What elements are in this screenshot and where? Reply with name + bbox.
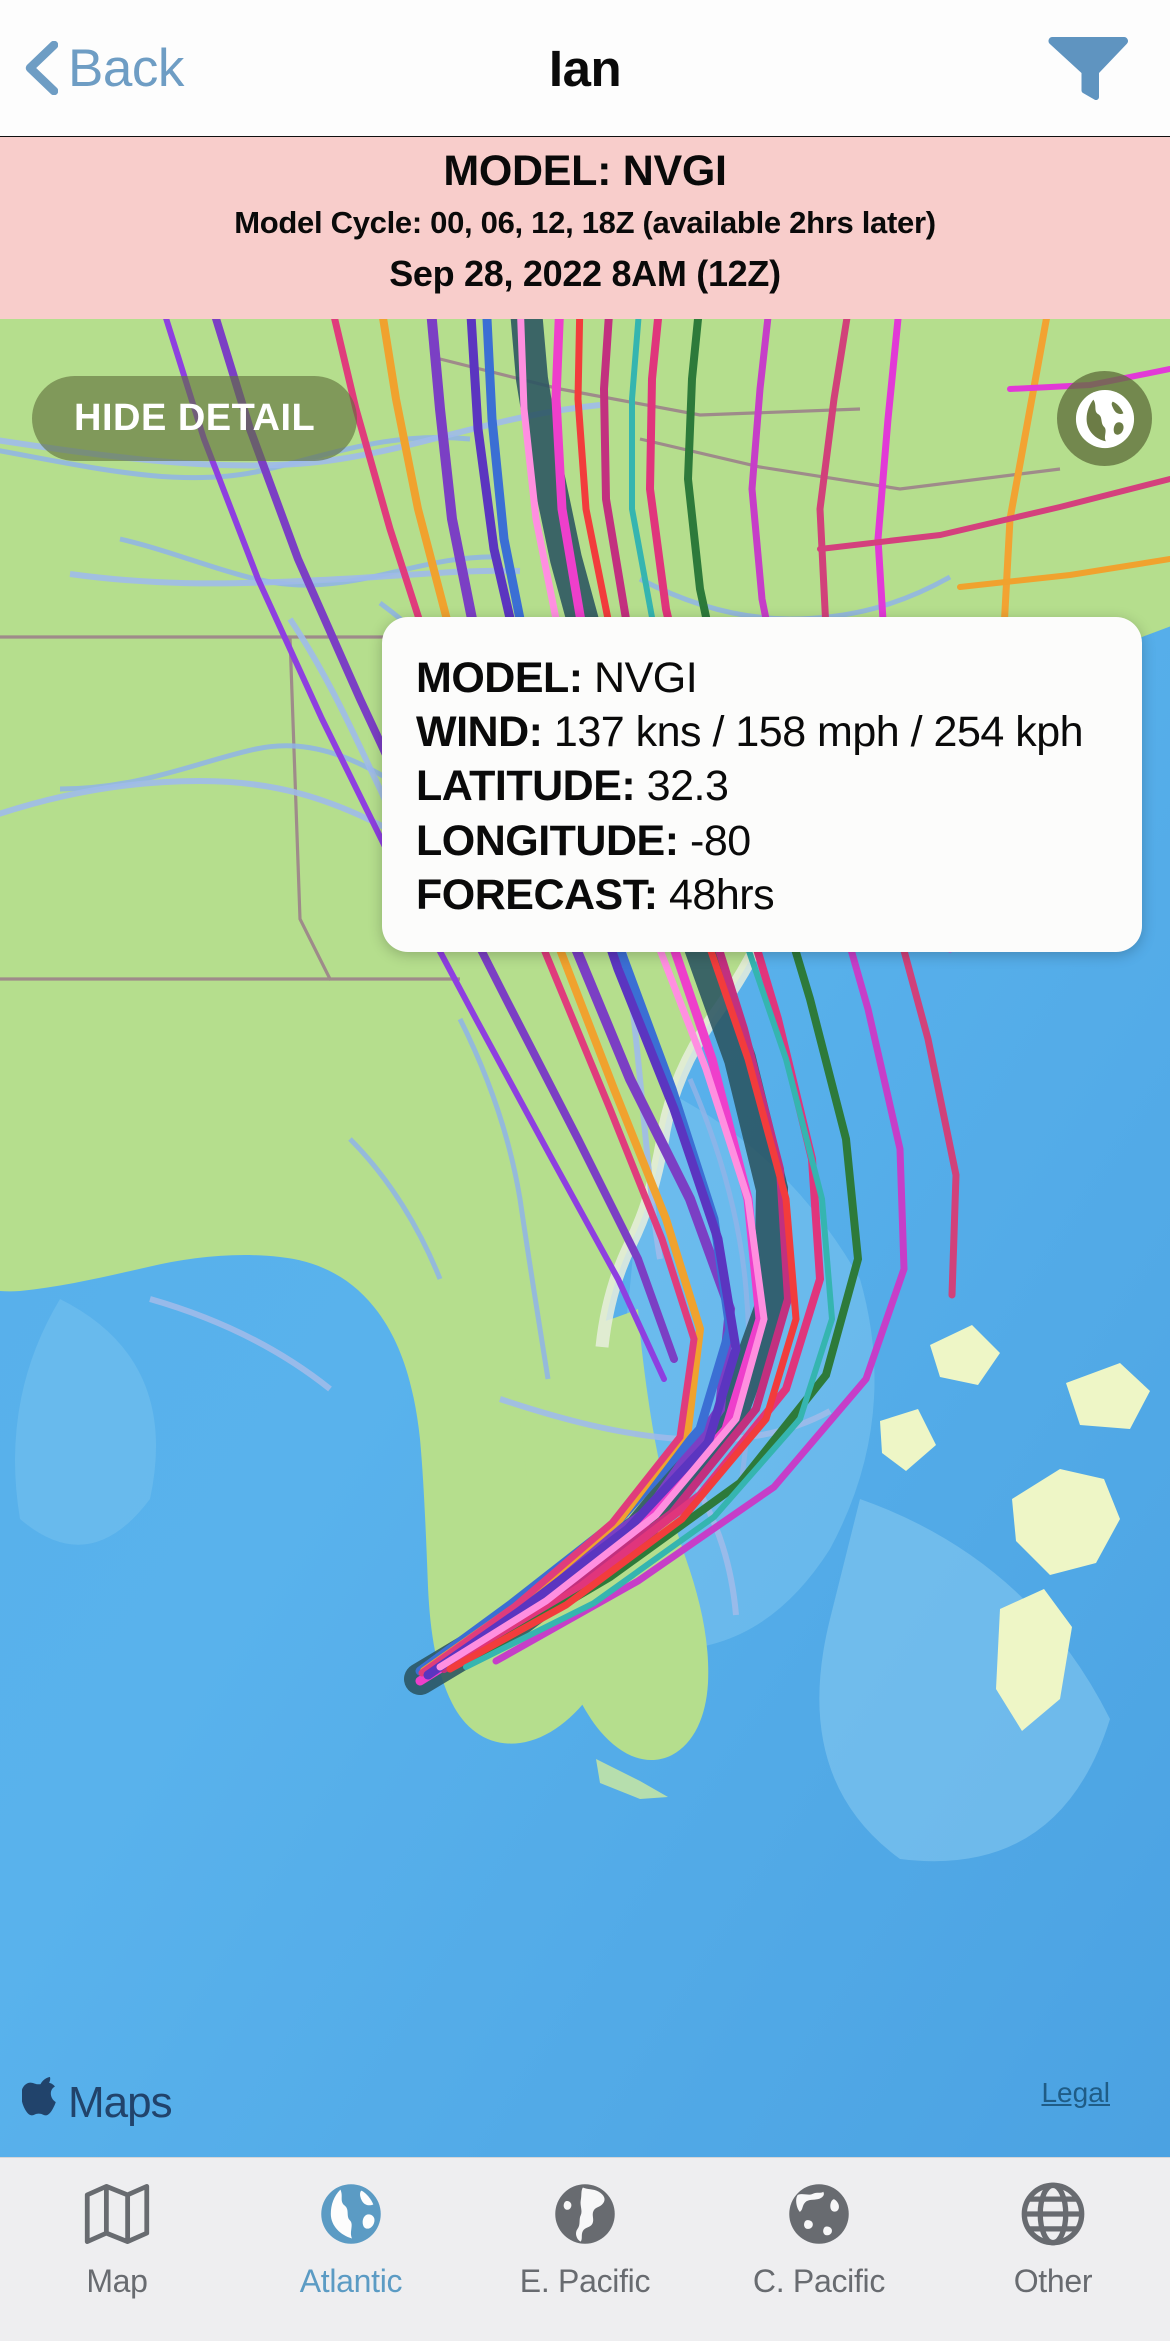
tab-atlantic-label: Atlantic	[299, 2263, 403, 2299]
popup-row-latitude: LATITUDE: 32.3	[416, 759, 1108, 813]
popup-row-model: MODEL: NVGI	[416, 651, 1108, 705]
tab-e-pacific[interactable]: E. Pacific	[468, 2158, 702, 2341]
popup-key-wind: WIND:	[416, 708, 543, 757]
apple-logo-icon	[22, 2077, 56, 2116]
popup-row-forecast: FORECAST: 48hrs	[416, 868, 1108, 922]
navigation-bar: Back Ian	[0, 0, 1170, 137]
globe-epacific-icon	[555, 2184, 615, 2244]
tab-other-label: Other	[1013, 2263, 1093, 2299]
hide-detail-button[interactable]: HIDE DETAIL	[32, 376, 358, 461]
popup-value-longitude: -80	[690, 816, 751, 865]
tab-map-label: Map	[86, 2263, 148, 2299]
popup-key-latitude: LATITUDE:	[416, 762, 636, 811]
popup-value-latitude: 32.3	[646, 762, 729, 811]
popup-key-longitude: LONGITUDE:	[416, 816, 679, 865]
map-canvas	[0, 319, 1170, 2157]
popup-key-forecast: FORECAST:	[416, 870, 658, 919]
legal-link[interactable]: Legal	[1041, 2077, 1110, 2109]
banner-date-line: Sep 28, 2022 8AM (12Z)	[389, 253, 781, 294]
model-info-banner: MODEL: NVGI Model Cycle: 00, 06, 12, 18Z…	[0, 137, 1170, 319]
apple-maps-label: Maps	[68, 2078, 173, 2127]
map-icon	[84, 2183, 150, 2245]
popup-row-longitude: LONGITUDE: -80	[416, 814, 1108, 868]
globe-atlantic-icon	[321, 2184, 381, 2244]
popup-value-wind: 137 kns / 158 mph / 254 kph	[553, 708, 1084, 757]
banner-model-line: MODEL: NVGI	[443, 147, 727, 195]
globe-cpacific-icon	[789, 2184, 849, 2244]
chevron-left-icon	[25, 41, 58, 95]
back-button[interactable]: Back	[24, 38, 184, 99]
filter-funnel-icon[interactable]	[1048, 31, 1128, 105]
popup-key-model: MODEL:	[416, 654, 583, 702]
bottom-tab-bar: Map Atlantic E. Pacific C. Pacific Other	[0, 2157, 1170, 2341]
tab-other[interactable]: Other	[936, 2158, 1170, 2341]
tab-map[interactable]: Map	[0, 2158, 234, 2341]
banner-cycle-line: Model Cycle: 00, 06, 12, 18Z (available …	[234, 205, 936, 240]
storm-info-popup[interactable]: MODEL: NVGI WIND: 137 kns / 158 mph / 25…	[382, 617, 1142, 952]
hurricane-track-map[interactable]: HIDE DETAIL Maps Legal	[0, 319, 1170, 2157]
popup-value-model: NVGI	[594, 654, 698, 702]
map-globe-button[interactable]	[1057, 371, 1152, 466]
globe-icon	[1075, 389, 1134, 448]
tab-e-pacific-label: E. Pacific	[519, 2263, 651, 2299]
tab-atlantic[interactable]: Atlantic	[234, 2158, 468, 2341]
popup-row-wind: WIND: 137 kns / 158 mph / 254 kph	[416, 705, 1108, 759]
globe-wire-icon	[1021, 2182, 1085, 2246]
apple-maps-attribution: Maps	[22, 2077, 173, 2129]
back-button-label: Back	[68, 38, 184, 98]
tab-c-pacific-label: C. Pacific	[752, 2263, 886, 2299]
tab-c-pacific[interactable]: C. Pacific	[702, 2158, 936, 2341]
popup-value-forecast: 48hrs	[669, 870, 775, 919]
